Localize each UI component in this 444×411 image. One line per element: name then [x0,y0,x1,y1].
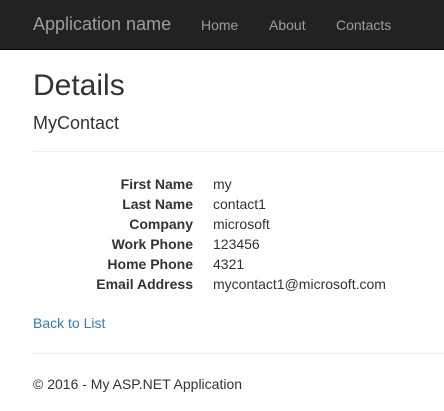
brand-link[interactable]: Application name [33,14,171,34]
detail-label: Company [129,216,193,232]
detail-label: Work Phone [111,236,193,252]
divider-bottom [33,353,444,354]
detail-row-email-address: Email Address mycontact1@microsoft.com [0,274,444,294]
detail-row-home-phone: Home Phone 4321 [0,254,444,274]
navbar: Application name Home About Contacts [0,0,444,50]
detail-label: Home Phone [107,256,193,272]
detail-value: contact1 [213,196,266,212]
nav-link-home[interactable]: Home [201,16,238,34]
detail-value: 4321 [213,256,245,272]
detail-value: my [213,176,232,192]
page-title: Details [33,69,125,102]
detail-value: mycontact1@microsoft.com [213,276,386,292]
detail-label: Email Address [96,276,193,292]
divider-top [33,151,444,152]
detail-row-last-name: Last Name contact1 [0,194,444,214]
footer-text: © 2016 - My ASP.NET Application [33,376,243,392]
detail-label: Last Name [122,196,193,212]
detail-value: 123456 [213,236,260,252]
detail-row-first-name: First Name my [0,174,444,194]
back-to-list-link[interactable]: Back to List [33,314,105,332]
details-list: First Name my Last Name contact1 Company… [0,174,444,294]
detail-value: microsoft [213,216,270,232]
nav-link-about[interactable]: About [269,16,306,34]
nav-link-contacts[interactable]: Contacts [336,16,391,34]
detail-label: First Name [120,176,193,192]
detail-row-work-phone: Work Phone 123456 [0,234,444,254]
detail-row-company: Company microsoft [0,214,444,234]
page-subtitle: MyContact [33,113,120,133]
